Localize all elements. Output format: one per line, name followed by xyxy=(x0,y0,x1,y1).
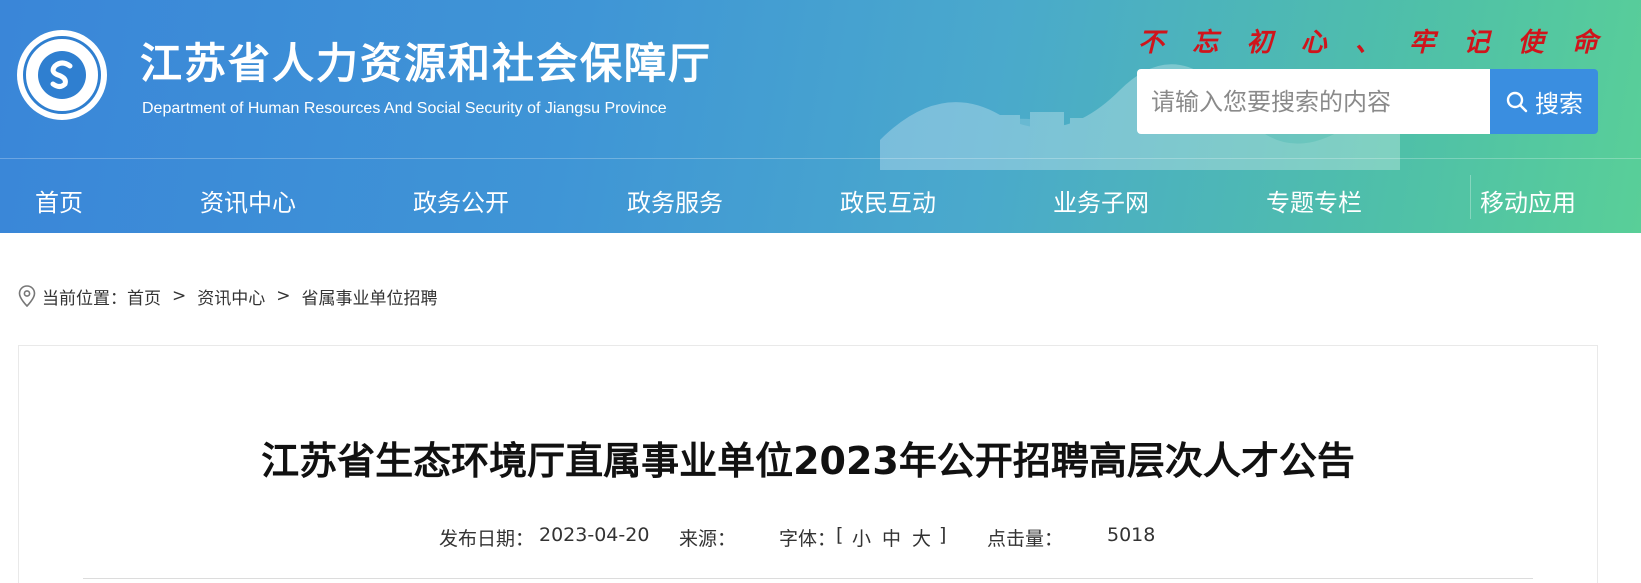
article-panel: 江苏省生态环境厅直属事业单位2023年公开招聘高层次人才公告 发布日期： 202… xyxy=(18,345,1598,583)
main-nav: 首页 资讯中心 政务公开 政务服务 政民互动 业务子网 专题专栏 移动应用 xyxy=(0,159,1641,233)
nav-item-mobile[interactable]: 移动应用 xyxy=(1480,183,1576,218)
search-button[interactable]: 搜索 xyxy=(1490,69,1598,134)
slogan-char: 记 xyxy=(1463,27,1490,58)
font-size-small-button[interactable]: 小 xyxy=(852,524,871,551)
views-label: 点击量： xyxy=(987,528,1064,550)
slogan-char: 命 xyxy=(1571,27,1598,58)
nav-item-interaction[interactable]: 政民互动 xyxy=(840,183,936,218)
nav-item-topics[interactable]: 专题专栏 xyxy=(1266,183,1362,218)
search-bar: 搜索 xyxy=(1137,69,1598,134)
site-title: 江苏省人力资源和社会保障厅 xyxy=(140,39,713,88)
breadcrumb-separator: > xyxy=(276,286,291,306)
breadcrumb-news-link[interactable]: 资讯中心 xyxy=(197,284,265,309)
slogan-char: 不 xyxy=(1138,27,1165,58)
search-button-label: 搜索 xyxy=(1535,90,1583,118)
slogan-char: 心 xyxy=(1300,27,1327,58)
site-logo[interactable] xyxy=(17,30,107,120)
publish-date-label: 发布日期： xyxy=(439,528,535,550)
slogan-char: 牢 xyxy=(1409,27,1436,58)
slogan-char: 、 xyxy=(1354,27,1381,58)
search-input[interactable] xyxy=(1137,69,1490,134)
nav-item-gov-services[interactable]: 政务服务 xyxy=(627,183,723,218)
views-count: 5018 xyxy=(1107,524,1156,546)
site-header: 江苏省人力资源和社会保障厅 Department of Human Resour… xyxy=(0,0,1641,233)
breadcrumb-separator: > xyxy=(172,286,187,306)
breadcrumb-label: 当前位置： xyxy=(42,288,127,309)
slogan-char: 忘 xyxy=(1192,27,1219,58)
site-subtitle: Department of Human Resources And Social… xyxy=(142,100,667,117)
font-size-bracket-open: [ xyxy=(836,524,844,546)
font-size-label: 字体： xyxy=(779,528,837,550)
nav-divider xyxy=(1470,175,1471,219)
slogan-char: 使 xyxy=(1517,27,1544,58)
publish-date: 2023-04-20 xyxy=(539,524,650,546)
nav-item-home[interactable]: 首页 xyxy=(35,183,83,218)
search-icon xyxy=(1505,90,1529,114)
source-label: 来源： xyxy=(679,528,737,550)
breadcrumb: 当前位置： 首页 > 资讯中心 > 省属事业单位招聘 xyxy=(18,283,438,309)
font-size-medium-button[interactable]: 中 xyxy=(882,524,901,551)
font-size-large-button[interactable]: 大 xyxy=(912,524,931,551)
nav-item-gov-affairs[interactable]: 政务公开 xyxy=(413,183,509,218)
slogan: 不 忘 初 心 、 牢 记 使 命 xyxy=(1138,20,1598,60)
meta-divider xyxy=(83,578,1533,579)
slogan-char: 初 xyxy=(1246,27,1273,58)
breadcrumb-home-link[interactable]: 首页 xyxy=(127,284,161,309)
logo-ring xyxy=(23,36,101,114)
logo-emblem-icon xyxy=(38,51,86,99)
location-pin-icon xyxy=(18,285,36,307)
article-title: 江苏省生态环境厅直属事业单位2023年公开招聘高层次人才公告 xyxy=(261,439,1355,483)
nav-item-business-sites[interactable]: 业务子网 xyxy=(1053,183,1149,218)
nav-item-news[interactable]: 资讯中心 xyxy=(200,183,296,218)
breadcrumb-recruitment-link[interactable]: 省属事业单位招聘 xyxy=(302,284,438,309)
font-size-bracket-close: ] xyxy=(939,524,947,546)
